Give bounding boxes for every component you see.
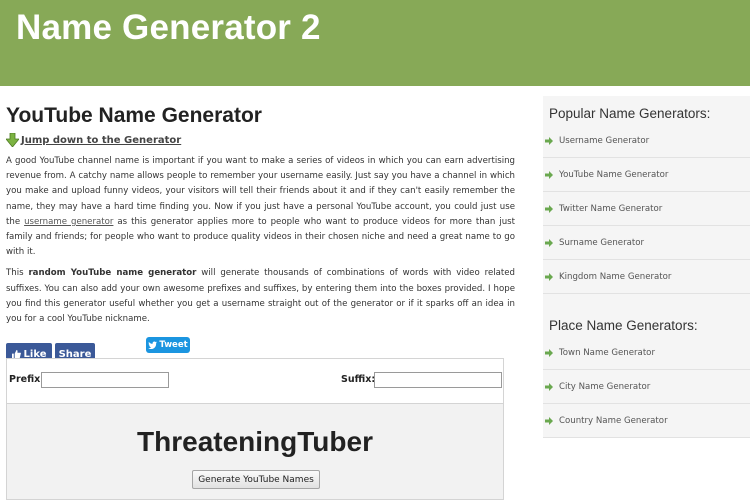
generated-name: ThreateningTuber (137, 426, 373, 457)
sidebar-item-label: City Name Generator (559, 381, 651, 392)
generator-output: ThreateningTuber Generate YouTube Names (7, 404, 503, 499)
sidebar-item-label: YouTube Name Generator (559, 169, 669, 180)
page-title: YouTube Name Generator (6, 104, 262, 127)
generate-button[interactable]: Generate YouTube Names (192, 470, 320, 489)
arrow-right-icon (545, 238, 553, 247)
sidebar-item-label: Surname Generator (559, 237, 645, 248)
sidebar-item-town-name-generator[interactable]: Town Name Generator (543, 336, 750, 370)
description-paragraph: This random YouTube name generator will … (6, 266, 515, 327)
description-bold: random YouTube name generator (28, 268, 197, 279)
suffix-input[interactable] (374, 372, 502, 388)
arrow-right-icon (545, 348, 553, 357)
intro-paragraph: A good YouTube channel name is important… (6, 154, 515, 260)
sidebar-item-kingdom-name-generator[interactable]: Kingdom Name Generator (543, 260, 750, 294)
sidebar-item-username-generator[interactable]: Username Generator (543, 124, 750, 158)
jump-link[interactable]: Jump down to the Generator (21, 135, 181, 146)
prefix-input[interactable] (41, 372, 169, 388)
site-title[interactable]: Name Generator 2 (16, 8, 321, 48)
main-content: YouTube Name Generator Jump down to the … (6, 104, 515, 367)
prefix-label: Prefix: (9, 374, 45, 385)
arrow-right-icon (545, 170, 553, 179)
tweet-button[interactable]: Tweet (146, 337, 190, 354)
jump-to-generator[interactable]: Jump down to the Generator (6, 132, 515, 148)
sidebar-item-country-name-generator[interactable]: Country Name Generator (543, 404, 750, 438)
description-text-start: This (6, 268, 29, 279)
arrow-right-icon (545, 204, 553, 213)
down-arrow-icon (6, 133, 19, 147)
sidebar: Popular Name Generators: Username Genera… (543, 96, 750, 438)
sidebar-item-twitter-name-generator[interactable]: Twitter Name Generator (543, 192, 750, 226)
username-generator-link[interactable]: username generator (24, 217, 113, 227)
sidebar-item-city-name-generator[interactable]: City Name Generator (543, 370, 750, 404)
place-generators-heading: Place Name Generators: (549, 318, 698, 333)
generator-box: Prefix: Suffix: ThreateningTuber Generat… (6, 358, 504, 500)
arrow-right-icon (545, 416, 553, 425)
sidebar-item-label: Username Generator (559, 135, 650, 146)
tweet-label: Tweet (159, 340, 188, 351)
sidebar-item-surname-generator[interactable]: Surname Generator (543, 226, 750, 260)
sidebar-item-label: Kingdom Name Generator (559, 271, 672, 282)
suffix-label: Suffix: (341, 374, 376, 385)
popular-generators-heading: Popular Name Generators: (549, 106, 711, 121)
arrow-right-icon (545, 382, 553, 391)
arrow-right-icon (545, 136, 553, 145)
sidebar-item-label: Town Name Generator (559, 347, 655, 358)
sidebar-item-label: Twitter Name Generator (559, 203, 663, 214)
site-header: Name Generator 2 (0, 0, 750, 86)
twitter-bird-icon (148, 341, 158, 350)
arrow-right-icon (545, 272, 553, 281)
sidebar-item-youtube-name-generator[interactable]: YouTube Name Generator (543, 158, 750, 192)
generator-options: Prefix: Suffix: (7, 359, 503, 404)
sidebar-item-label: Country Name Generator (559, 415, 668, 426)
